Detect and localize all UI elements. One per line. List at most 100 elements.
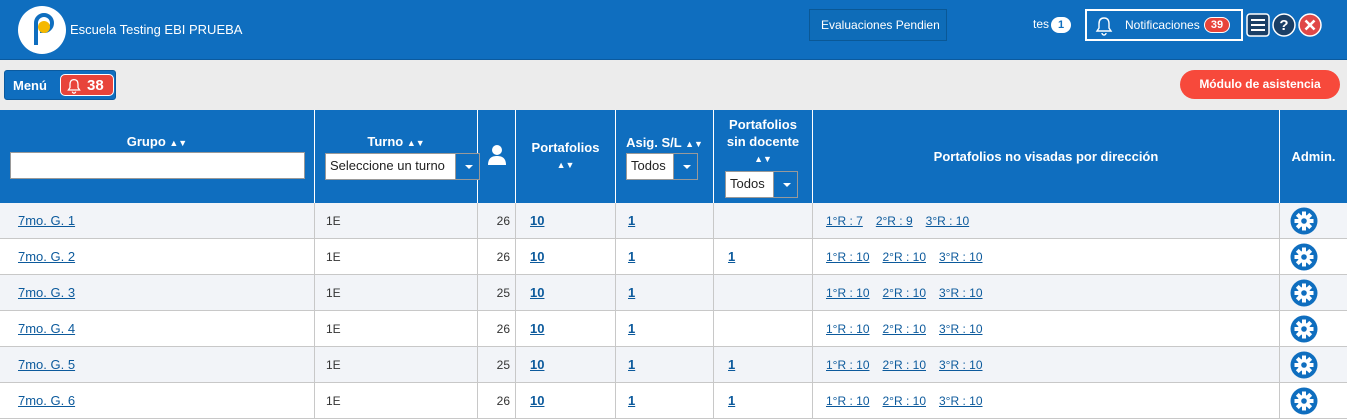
round-1-link[interactable]: 1°R : 10 <box>826 394 870 408</box>
round-1-link[interactable]: 1°R : 7 <box>826 214 863 228</box>
round-1-link[interactable]: 1°R : 10 <box>826 286 870 300</box>
cell-turno: 1E <box>315 347 478 383</box>
round-2-link[interactable]: 2°R : 10 <box>883 394 927 408</box>
help-icon[interactable]: ? <box>1272 13 1296 37</box>
asig-link[interactable]: 1 <box>628 213 635 228</box>
cell-sin-docente: 1 <box>714 347 813 383</box>
gear-icon[interactable] <box>1290 243 1318 271</box>
sin-docente-link[interactable]: 1 <box>728 393 735 408</box>
gear-icon[interactable] <box>1290 351 1318 379</box>
header-asig[interactable]: Asig. S/L ▲▼ Todos <box>616 110 714 203</box>
header-turno[interactable]: Turno ▲▼ Seleccione un turno <box>315 110 480 203</box>
sort-icon[interactable]: ▲▼ <box>169 138 187 148</box>
alumnos-count: 25 <box>496 358 510 372</box>
gear-icon[interactable] <box>1290 315 1318 343</box>
grupo-link[interactable]: 7mo. G. 4 <box>18 321 75 336</box>
cell-admin <box>1280 383 1347 419</box>
table-row: 7mo. G. 4 1E 26 10 1 1°R : 10 2°R : 10 3°R : 10 <box>0 311 1347 347</box>
table-row: 7mo. G. 1 1E 26 10 1 1°R : 7 2°R : 9 3°R : 10 <box>0 203 1347 239</box>
round-1-link[interactable]: 1°R : 10 <box>826 358 870 372</box>
sort-icon[interactable]: ▲▼ <box>714 154 812 164</box>
asig-link[interactable]: 1 <box>628 393 635 408</box>
cell-rounds: 1°R : 10 2°R : 10 3°R : 10 <box>813 383 1280 419</box>
gear-icon[interactable] <box>1290 207 1318 235</box>
cell-asig: 1 <box>616 311 714 347</box>
menu-alert-count: 38 <box>87 77 104 94</box>
portafolios-link[interactable]: 10 <box>530 213 544 228</box>
chevron-down-icon[interactable] <box>673 154 697 179</box>
cell-alumnos: 26 <box>478 239 516 275</box>
cell-grupo: 7mo. G. 4 <box>0 311 315 347</box>
sin-docente-link[interactable]: 1 <box>728 357 735 372</box>
round-3-link[interactable]: 3°R : 10 <box>926 214 970 228</box>
table-row: 7mo. G. 5 1E 25 10 1 1 1°R : 10 2°R : 10 3°R : 1… <box>0 347 1347 383</box>
sort-icon[interactable]: ▲▼ <box>685 139 703 149</box>
table-row: 7mo. G. 3 1E 25 10 1 1°R : 10 2°R : 10 3°R : 10 <box>0 275 1347 311</box>
notificaciones-button[interactable]: Notificaciones 39 <box>1085 9 1243 41</box>
chevron-down-icon[interactable] <box>455 154 479 179</box>
portafolios-link[interactable]: 10 <box>530 321 544 336</box>
sort-icon[interactable]: ▲▼ <box>516 160 615 170</box>
asig-link[interactable]: 1 <box>628 357 635 372</box>
asig-link[interactable]: 1 <box>628 321 635 336</box>
round-3-link[interactable]: 3°R : 10 <box>939 358 983 372</box>
evaluaciones-pendientes-button[interactable]: Evaluaciones Pendien <box>809 9 947 41</box>
cell-admin <box>1280 347 1347 383</box>
grupo-link[interactable]: 7mo. G. 2 <box>18 249 75 264</box>
round-3-link[interactable]: 3°R : 10 <box>939 394 983 408</box>
turno-select[interactable]: Seleccione un turno <box>325 153 480 180</box>
document-list-icon[interactable] <box>1246 13 1270 37</box>
round-2-link[interactable]: 2°R : 10 <box>883 286 927 300</box>
turno-value: 1E <box>326 394 341 408</box>
asig-link[interactable]: 1 <box>628 285 635 300</box>
gear-icon[interactable] <box>1290 387 1318 415</box>
cell-alumnos: 25 <box>478 275 516 311</box>
portafolios-link[interactable]: 10 <box>530 357 544 372</box>
sin-docente-link[interactable]: 1 <box>728 249 735 264</box>
user-icon <box>488 145 506 165</box>
round-2-link[interactable]: 2°R : 10 <box>883 322 927 336</box>
cell-portafolios: 10 <box>516 275 616 311</box>
close-icon[interactable] <box>1298 13 1322 37</box>
asig-select-value: Todos <box>631 158 666 173</box>
cell-asig: 1 <box>616 275 714 311</box>
grupo-link[interactable]: 7mo. G. 5 <box>18 357 75 372</box>
round-1-link[interactable]: 1°R : 10 <box>826 322 870 336</box>
round-3-link[interactable]: 3°R : 10 <box>939 322 983 336</box>
portafolios-link[interactable]: 10 <box>530 285 544 300</box>
portafolios-link[interactable]: 10 <box>530 249 544 264</box>
header-portafolios[interactable]: Portafolios ▲▼ <box>516 110 616 203</box>
grupo-link[interactable]: 7mo. G. 1 <box>18 213 75 228</box>
asig-select[interactable]: Todos <box>626 153 698 180</box>
cell-grupo: 7mo. G. 3 <box>0 275 315 311</box>
sin-docente-select[interactable]: Todos <box>725 171 798 198</box>
asig-link[interactable]: 1 <box>628 249 635 264</box>
round-3-link[interactable]: 3°R : 10 <box>939 250 983 264</box>
cell-rounds: 1°R : 10 2°R : 10 3°R : 10 <box>813 347 1280 383</box>
header-grupo-label: Grupo <box>126 134 166 149</box>
round-3-link[interactable]: 3°R : 10 <box>939 286 983 300</box>
round-2-link[interactable]: 2°R : 9 <box>876 214 913 228</box>
cell-rounds: 1°R : 7 2°R : 9 3°R : 10 <box>813 203 1280 239</box>
header-grupo[interactable]: Grupo ▲▼ <box>0 110 315 203</box>
modulo-asistencia-button[interactable]: Módulo de asistencia <box>1180 70 1340 99</box>
scrolling-text-fragment: tes <box>1033 17 1050 31</box>
grupo-filter-input[interactable] <box>10 152 305 179</box>
chevron-down-icon[interactable] <box>773 172 797 197</box>
gear-icon[interactable] <box>1290 279 1318 307</box>
header-sin-docente[interactable]: Portafolios sin docente ▲▼ Todos <box>714 110 813 203</box>
cell-portafolios: 10 <box>516 311 616 347</box>
notificaciones-count-badge: 39 <box>1204 17 1230 33</box>
sort-icon[interactable]: ▲▼ <box>407 138 425 148</box>
cell-rounds: 1°R : 10 2°R : 10 3°R : 10 <box>813 275 1280 311</box>
menu-button[interactable]: Menú 38 <box>4 70 116 100</box>
round-1-link[interactable]: 1°R : 10 <box>826 250 870 264</box>
round-2-link[interactable]: 2°R : 10 <box>883 358 927 372</box>
portafolios-link[interactable]: 10 <box>530 393 544 408</box>
round-2-link[interactable]: 2°R : 10 <box>883 250 927 264</box>
menu-label: Menú <box>13 78 47 93</box>
turno-select-value: Seleccione un turno <box>330 158 445 173</box>
grupo-link[interactable]: 7mo. G. 3 <box>18 285 75 300</box>
logo-icon <box>34 13 54 45</box>
grupo-link[interactable]: 7mo. G. 6 <box>18 393 75 408</box>
